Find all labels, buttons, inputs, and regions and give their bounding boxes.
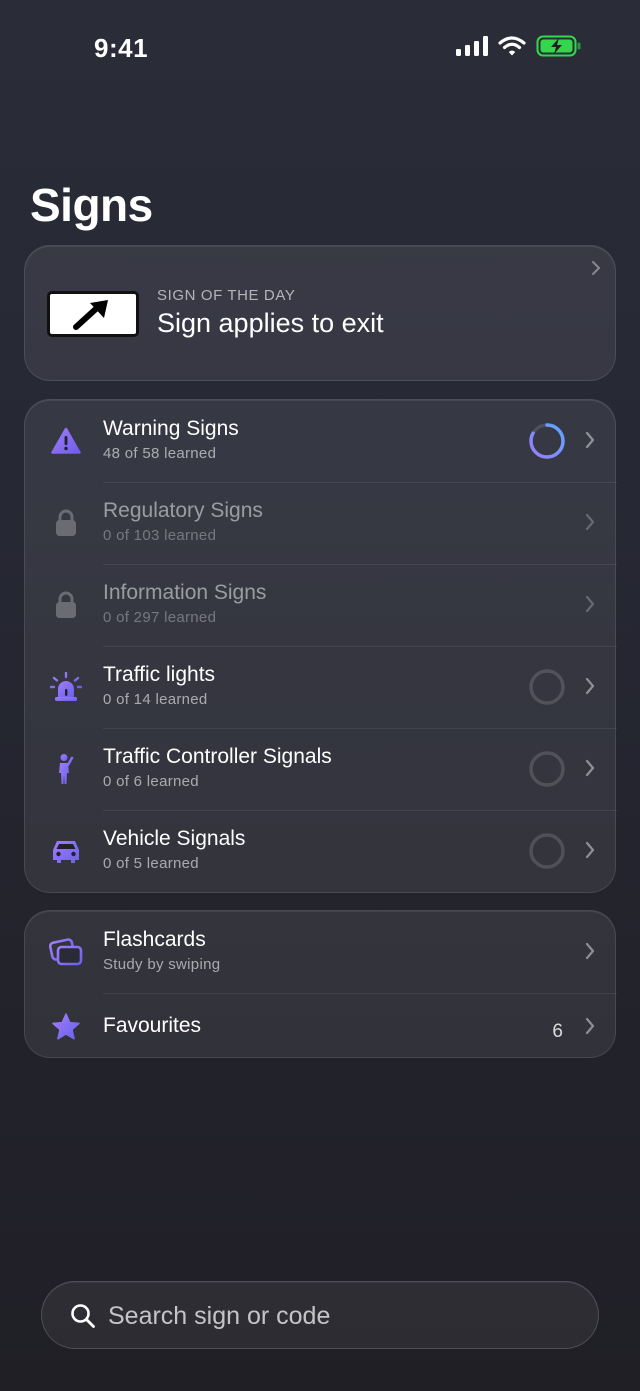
progress-ring — [529, 669, 565, 705]
category-row-regulatory-signs[interactable]: Regulatory Signs 0 of 103 learned — [25, 482, 617, 564]
category-progress-text: 0 of 103 learned — [103, 527, 217, 544]
flashcards-row[interactable]: Flashcards Study by swiping — [25, 911, 617, 993]
progress-ring — [529, 423, 565, 459]
favourites-row[interactable]: Favourites 6 — [25, 993, 617, 1059]
sign-of-the-day-kicker: SIGN OF THE DAY — [157, 287, 296, 304]
category-title: Traffic lights — [103, 663, 216, 686]
chevron-right-icon — [585, 1017, 595, 1035]
category-row-traffic-controller-signals[interactable]: Traffic Controller Signals 0 of 6 learne… — [25, 728, 617, 810]
search-icon — [71, 1304, 95, 1328]
chevron-right-icon — [585, 595, 595, 613]
chevron-right-icon — [585, 513, 595, 531]
favourites-count: 6 — [552, 1021, 563, 1042]
star-icon — [49, 1010, 83, 1044]
flashcards-subtitle: Study by swiping — [103, 956, 221, 973]
category-row-traffic-lights[interactable]: Traffic lights 0 of 14 learned — [25, 646, 617, 728]
lock-icon — [49, 588, 83, 622]
category-progress-text: 0 of 14 learned — [103, 691, 208, 708]
sign-of-the-day-title: Sign applies to exit — [157, 308, 384, 338]
search-input[interactable] — [108, 1296, 568, 1336]
person-standing-icon — [49, 752, 83, 786]
lock-icon — [49, 506, 83, 540]
categories-list: Warning Signs 48 of 58 learned Regulator… — [24, 399, 617, 893]
category-title: Warning Signs — [103, 417, 239, 440]
category-row-vehicle-signals[interactable]: Vehicle Signals 0 of 5 learned — [25, 810, 617, 892]
exit-arrow-sign-icon — [47, 291, 139, 337]
favourites-title: Favourites — [103, 1014, 202, 1037]
progress-ring — [529, 833, 565, 869]
car-icon — [49, 834, 83, 868]
status-bar: 9:41 — [0, 0, 640, 90]
category-row-warning-signs[interactable]: Warning Signs 48 of 58 learned — [25, 400, 617, 482]
cellular-signal-icon — [456, 36, 488, 56]
chevron-right-icon — [585, 677, 595, 695]
category-progress-text: 0 of 297 learned — [103, 609, 217, 626]
search-bar[interactable] — [41, 1281, 599, 1349]
status-time: 9:41 — [94, 33, 149, 63]
chevron-right-icon — [585, 759, 595, 777]
category-progress-text: 0 of 5 learned — [103, 855, 199, 872]
chevron-right-icon — [585, 942, 595, 960]
warning-triangle-icon — [49, 424, 83, 458]
page-title: Signs — [30, 179, 153, 231]
sign-of-the-day-card[interactable]: SIGN OF THE DAY Sign applies to exit — [24, 245, 616, 381]
progress-ring — [529, 751, 565, 787]
category-progress-text: 48 of 58 learned — [103, 445, 217, 462]
cards-stack-icon — [49, 935, 83, 969]
chevron-right-icon — [585, 431, 595, 449]
category-title: Regulatory Signs — [103, 499, 263, 522]
chevron-right-icon — [592, 261, 600, 275]
category-row-information-signs[interactable]: Information Signs 0 of 297 learned — [25, 564, 617, 646]
category-title: Vehicle Signals — [103, 827, 246, 850]
category-title: Information Signs — [103, 581, 267, 604]
category-title: Traffic Controller Signals — [103, 745, 332, 768]
battery-charging-icon — [536, 35, 581, 57]
study-tools-list: Flashcards Study by swiping Favourites 6 — [24, 910, 617, 1059]
flashcards-title: Flashcards — [103, 928, 206, 951]
category-progress-text: 0 of 6 learned — [103, 773, 199, 790]
wifi-icon — [498, 36, 526, 56]
chevron-right-icon — [585, 841, 595, 859]
status-icons — [456, 35, 582, 57]
siren-light-icon — [49, 670, 83, 704]
